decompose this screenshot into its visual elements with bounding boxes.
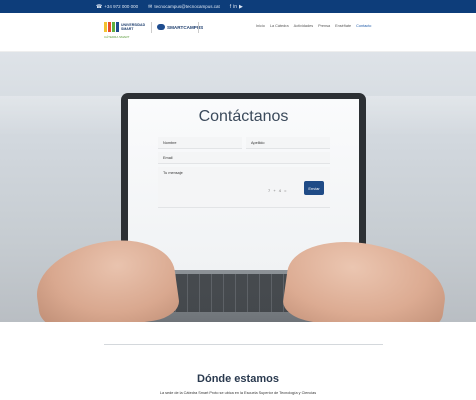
site-header: UNIVERSIDAD SMART CÁTEDRA SMART SMARTCAM…: [0, 13, 476, 52]
message-placeholder: Tu mensaje: [163, 171, 183, 175]
logo-divider: [151, 22, 152, 33]
contact-title: Contáctanos: [198, 108, 289, 125]
email-text: tecnocampus@tecnocampus.cat: [154, 4, 220, 9]
main-nav: Inicio La Cátedra Actividades Prensa Ens…: [256, 24, 371, 28]
nav-item-actividades[interactable]: Actividades: [294, 24, 313, 28]
section-divider: [104, 344, 383, 345]
phone-contact[interactable]: ☎ +34 972 000 000: [96, 4, 138, 10]
phone-text: +34 972 000 000: [104, 4, 139, 9]
facebook-icon[interactable]: f: [230, 4, 231, 10]
nav-item-inicio[interactable]: Inicio: [256, 24, 265, 28]
email-icon: ✉: [148, 3, 153, 10]
name-placeholder: Nombre: [163, 141, 177, 145]
email-field[interactable]: Email: [158, 152, 330, 164]
youtube-icon[interactable]: ▶: [239, 4, 243, 10]
location-text: La sede de la Cátedra Smart Proto se ubi…: [159, 391, 317, 395]
top-bar: ☎ +34 972 000 000 ✉ tecnocampus@tecnocam…: [0, 0, 476, 13]
nav-item-ensenate[interactable]: Enséñate: [335, 24, 351, 28]
captcha-question: 7 + 4 =: [268, 188, 288, 193]
social-links: f in ▶: [230, 4, 243, 10]
phone-icon: ☎: [96, 3, 103, 10]
surname-field[interactable]: Apellido: [246, 137, 330, 149]
hero-contact-section: Contáctanos Nombre Apellido Email Tu men…: [0, 52, 476, 322]
university-logo[interactable]: UNIVERSIDAD SMART CÁTEDRA SMART: [104, 22, 146, 39]
nav-item-la-catedra[interactable]: La Cátedra: [270, 24, 289, 28]
send-button[interactable]: Enviar: [304, 181, 324, 195]
partner-logo[interactable]: SMARTCAMPUS: [157, 24, 203, 30]
location-heading: Dónde estamos: [197, 373, 279, 385]
name-field[interactable]: Nombre: [158, 137, 242, 149]
logo-bars: [104, 22, 119, 32]
email-contact[interactable]: ✉ tecnocampus@tecnocampus.cat: [148, 4, 220, 10]
partner-mark-icon: [157, 24, 165, 30]
nav-item-prensa[interactable]: Prensa: [318, 24, 330, 28]
logo-divider-2: [198, 22, 199, 33]
logo-text: UNIVERSIDAD SMART: [121, 23, 146, 31]
nav-item-contacto[interactable]: Contacto: [356, 24, 371, 28]
email-placeholder: Email: [163, 156, 173, 160]
surname-placeholder: Apellido: [251, 141, 265, 145]
logo-subtitle: CÁTEDRA SMART: [104, 35, 130, 39]
linkedin-icon[interactable]: in: [233, 4, 237, 10]
